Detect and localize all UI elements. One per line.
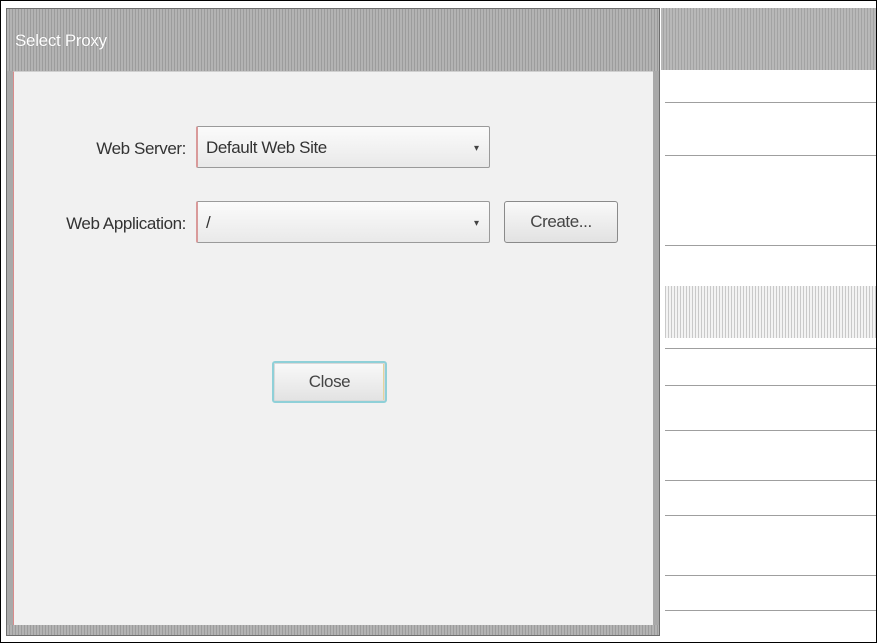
dialog-client-area: Web Server: Default Web Site ▾ Web Appli… bbox=[13, 71, 653, 627]
dialog-titlebar[interactable]: Select Proxy bbox=[7, 9, 659, 71]
web-application-dropdown[interactable]: / ▾ bbox=[196, 201, 490, 243]
chevron-down-icon: ▾ bbox=[473, 218, 479, 229]
dialog-bottom-border bbox=[7, 625, 659, 635]
web-application-value: / bbox=[206, 213, 211, 232]
chevron-down-icon: ▾ bbox=[473, 143, 479, 154]
close-button[interactable]: Close bbox=[272, 361, 387, 403]
web-application-label: Web Application: bbox=[66, 214, 186, 233]
web-server-label: Web Server: bbox=[96, 139, 186, 158]
select-proxy-dialog: Select Proxy Web Server: Default Web Sit… bbox=[6, 8, 660, 636]
create-button[interactable]: Create... bbox=[504, 201, 618, 243]
background-window-titlebar bbox=[661, 8, 877, 70]
background-window-content bbox=[665, 70, 877, 636]
web-server-dropdown[interactable]: Default Web Site ▾ bbox=[196, 126, 490, 168]
background-window bbox=[661, 8, 877, 636]
web-server-value: Default Web Site bbox=[206, 138, 327, 157]
dialog-title: Select Proxy bbox=[15, 31, 107, 50]
